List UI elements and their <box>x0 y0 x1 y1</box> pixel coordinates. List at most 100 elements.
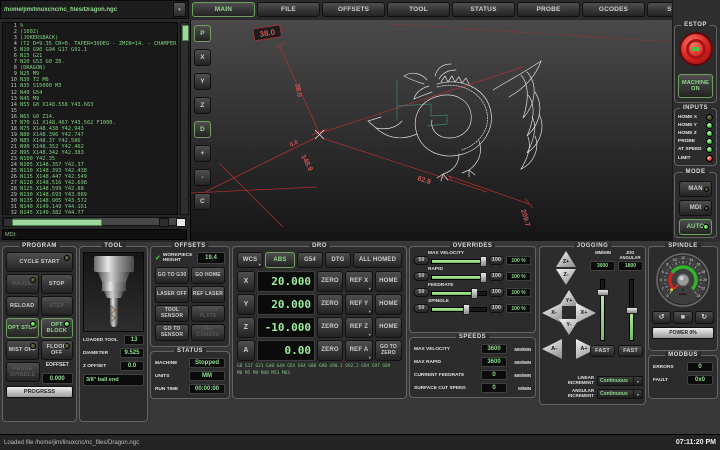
home-y-button[interactable]: HOME <box>375 294 402 315</box>
chevron-down-icon[interactable]: ▾ <box>173 2 186 17</box>
spindle-slider[interactable] <box>431 304 487 313</box>
override-max-button[interactable]: 100 <box>489 288 504 297</box>
zero-a-button[interactable]: ZERO <box>317 340 343 361</box>
view-x-button[interactable]: X <box>194 49 211 66</box>
jog-angular-slider[interactable] <box>626 279 636 341</box>
svg-text:22: 22 <box>701 287 705 291</box>
jog-z-minus-button[interactable]: Z- <box>556 269 576 285</box>
pause-button[interactable]: PAUSE <box>6 274 39 294</box>
override-min-button[interactable]: 50 <box>414 256 429 265</box>
input-label: AT SPEED <box>678 147 706 152</box>
ref-laser-button[interactable]: REF LASER <box>191 286 225 303</box>
backplot-viewer[interactable]: P X Y Z D + - C <box>190 20 672 241</box>
all-homed-button[interactable]: ALL HOMED <box>353 252 402 268</box>
view-d-button[interactable]: D <box>194 121 211 138</box>
zero-z-button[interactable]: ZERO <box>317 317 343 338</box>
opt-block-button[interactable]: OPT BLOCK <box>41 318 74 338</box>
pause-spindle-button[interactable]: PAUSE SPINDLE <box>6 362 40 382</box>
view-y-button[interactable]: Y <box>194 73 211 90</box>
zero-x-button[interactable]: ZERO <box>317 271 343 292</box>
home-x-button[interactable]: HOME <box>375 271 402 292</box>
ref-z-button[interactable]: REF Z <box>345 317 373 338</box>
zoom-out-button[interactable]: - <box>194 169 211 186</box>
axis-y-button[interactable]: Y <box>237 294 255 315</box>
menu-tab-main[interactable]: MAIN <box>192 2 255 17</box>
wcs-button[interactable]: WCS <box>237 252 263 268</box>
zero-y-button[interactable]: ZERO <box>317 294 343 315</box>
menu-tab-tool[interactable]: TOOL <box>387 2 450 17</box>
override-min-button[interactable]: 50 <box>414 272 429 281</box>
gcode-list[interactable]: 1 % 2 (1002) 3 (JOKERSBACK) 4 (T2 D=9.35… <box>2 22 178 215</box>
max-velocity-slider[interactable] <box>431 256 487 265</box>
laser-off-button[interactable]: LASER OFF <box>155 286 189 303</box>
estop-button[interactable] <box>679 32 713 66</box>
spindle-stop-button[interactable]: ■ <box>673 311 692 324</box>
home-z-button[interactable]: HOME <box>375 317 402 338</box>
gcode-line[interactable]: 32 N145 X149.382 Y44.77 <box>3 210 177 215</box>
linear-increment-select[interactable]: Continuous▾ <box>597 376 643 386</box>
scroll-right-arrow[interactable] <box>159 218 169 227</box>
override-max-button[interactable]: 100 <box>489 304 504 313</box>
override-min-button[interactable]: 50 <box>414 304 429 313</box>
mode-man-button[interactable]: MAN <box>679 181 712 197</box>
menu-tab-probe[interactable]: PROBE <box>517 2 580 17</box>
jog-a-minus-button[interactable]: A- <box>542 339 562 359</box>
view-z-button[interactable]: Z <box>194 97 211 114</box>
run-time-label: RUN TIME <box>155 387 178 392</box>
cycle-start-button[interactable]: CYCLE START <box>6 252 73 272</box>
mist-button[interactable]: MIST OFF <box>6 340 39 360</box>
override-max-button[interactable]: 100 <box>489 272 504 281</box>
menu-tab-file[interactable]: FILE <box>257 2 320 17</box>
spindle-ccw-button[interactable]: ↺ <box>652 311 671 324</box>
mdi-input[interactable]: MDI: <box>2 229 187 240</box>
spindle-cw-button[interactable]: ↻ <box>695 311 714 324</box>
jog-x-minus-button[interactable]: X- <box>542 303 562 323</box>
ref-camera-button[interactable]: REF CAMERA <box>191 324 225 341</box>
machine-on-button[interactable]: MACHINE ON <box>678 74 713 98</box>
zoom-in-button[interactable]: + <box>194 145 211 162</box>
jog-linear-fast-button[interactable]: FAST <box>590 345 615 357</box>
feedrate-slider[interactable] <box>431 288 487 297</box>
axis-x-button[interactable]: X <box>237 271 255 292</box>
opt-stop-button[interactable]: OPT STOP <box>6 318 39 338</box>
go-to-g30-button[interactable]: GO TO G30 <box>155 267 189 284</box>
axis-z-button[interactable]: Z <box>237 317 255 338</box>
mode-auto-button[interactable]: AUTO <box>679 219 712 235</box>
jog-z-plus-button[interactable]: Z+ <box>556 251 576 267</box>
jog-linear-slider[interactable] <box>597 279 607 341</box>
step-button[interactable]: STEP <box>41 296 74 316</box>
scrollbar-thumb[interactable] <box>182 25 189 41</box>
mode-mdi-button[interactable]: MDI <box>679 200 712 216</box>
override-max-button[interactable]: 100 <box>489 256 504 265</box>
ref-x-button[interactable]: REF X <box>345 271 373 292</box>
menu-tab-status[interactable]: STATUS <box>452 2 515 17</box>
g54-button[interactable]: G54 <box>297 252 323 268</box>
menu-tab-gcodes[interactable]: GCODES <box>582 2 645 17</box>
jog-angular-fast-button[interactable]: FAST <box>618 345 643 357</box>
ref-y-button[interactable]: REF Y <box>345 294 373 315</box>
stop-button[interactable]: STOP <box>41 274 74 294</box>
rapid-slider[interactable] <box>431 272 487 281</box>
go-to-sensor-button[interactable]: GO TO SENSOR <box>155 324 189 341</box>
go-to-zero-button[interactable]: GO TO ZERO <box>375 340 402 361</box>
reload-button[interactable]: RELOAD <box>6 296 39 316</box>
scrollbar-thumb[interactable] <box>12 219 102 226</box>
touch-plate-button[interactable]: TOUCH PLATE <box>191 305 225 322</box>
view-p-button[interactable]: P <box>194 25 211 42</box>
clear-plot-button[interactable]: C <box>194 193 211 210</box>
axis-a-button[interactable]: A <box>237 340 255 361</box>
override-min-button[interactable]: 50 <box>414 288 429 297</box>
abs-button[interactable]: ABS <box>265 252 295 268</box>
jog-y-minus-button[interactable]: Y- <box>559 319 579 335</box>
horizontal-scrollbar[interactable] <box>2 217 178 226</box>
dtg-button[interactable]: DTG <box>325 252 351 268</box>
angular-increment-select[interactable]: Continuous▾ <box>597 389 643 399</box>
go-home-button[interactable]: GO HOME <box>191 267 225 284</box>
ref-a-button[interactable]: REF A <box>345 340 373 361</box>
menu-tab-offsets[interactable]: OFFSETS <box>322 2 385 17</box>
tool-sensor-button[interactable]: TOOL SENSOR <box>155 305 189 322</box>
workpiece-height-value[interactable]: 19.4 <box>197 252 225 264</box>
flood-button[interactable]: FLOOD OFF <box>41 340 74 360</box>
loaded-file-dropdown[interactable]: /home/jim/linuxcnc/nc_files/Dragon.ngc ▾ <box>0 0 189 19</box>
vertical-scrollbar[interactable] <box>180 22 189 215</box>
